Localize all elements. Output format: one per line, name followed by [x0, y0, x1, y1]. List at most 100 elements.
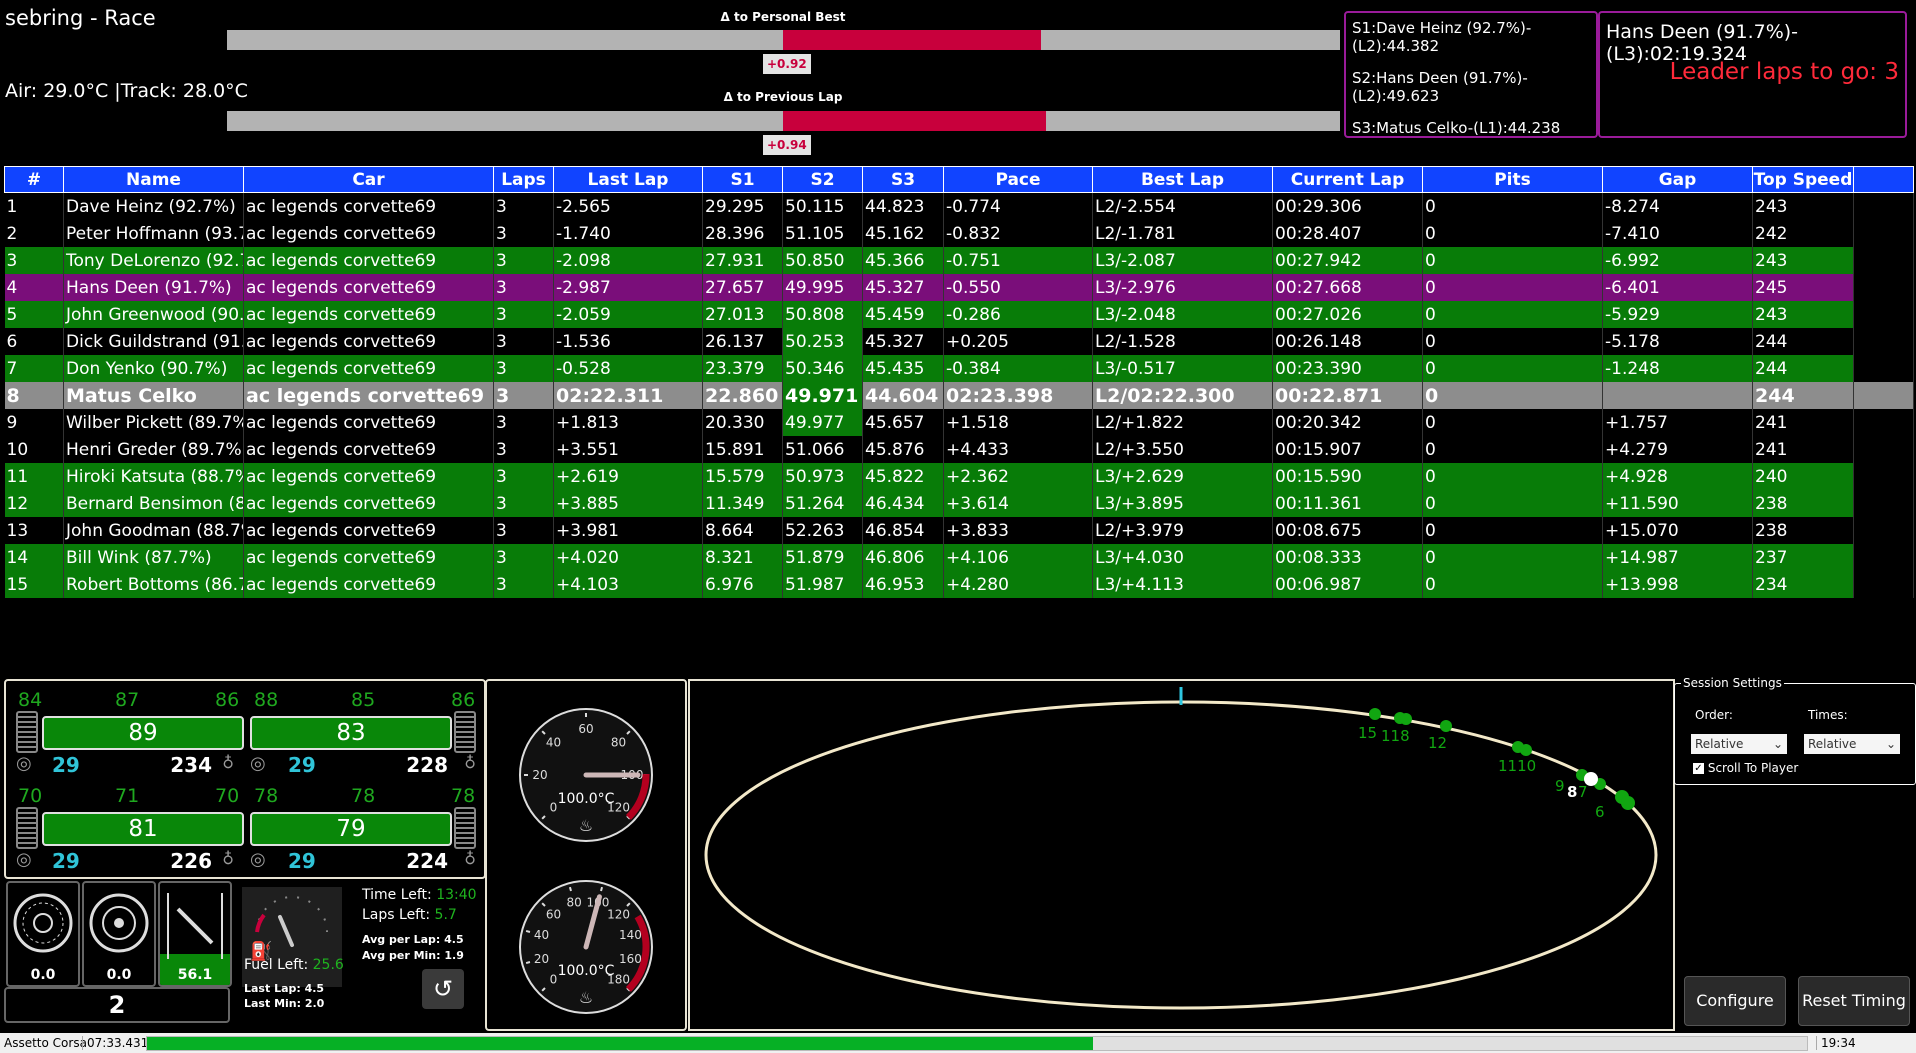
cell-pace: +0.205	[943, 328, 1093, 355]
cell-last: +4.103	[553, 571, 703, 598]
cell-s2: 50.253	[782, 328, 863, 355]
column-header[interactable]: S3	[862, 166, 944, 193]
cell-cur: 00:27.942	[1272, 247, 1423, 274]
cell-gap	[1602, 382, 1753, 409]
table-row[interactable]: 4 Hans Deen (91.7%) ac legends corvette69 3…	[4, 274, 1914, 301]
column-header[interactable]: Best Lap	[1092, 166, 1273, 193]
table-row[interactable]: 6Dick Guildstrand (91.7%)ac legends corv…	[4, 328, 1914, 355]
cell-cur: 00:08.333	[1272, 544, 1423, 571]
cell-name: Henri Greder (89.7%)	[63, 436, 244, 463]
column-header[interactable]: Laps	[493, 166, 554, 193]
table-row[interactable]: 5John Greenwood (90.7%)ac legends corvet…	[4, 301, 1914, 328]
gauge-tick-label: 80	[566, 896, 581, 910]
cell-pace: +4.106	[943, 544, 1093, 571]
table-row[interactable]: 14 Bill Wink (87.7%) ac legends corvette69…	[4, 544, 1914, 571]
table-row[interactable]: 7 Don Yenko (90.7%) ac legends corvette69 3…	[4, 355, 1914, 382]
cell-s1: 23.379	[702, 355, 783, 382]
cell-s1: 11.349	[702, 490, 783, 517]
cell-pits: 0	[1422, 382, 1603, 409]
cell-pace: -0.384	[943, 355, 1093, 382]
cell-s3: 45.327	[862, 274, 944, 301]
table-row[interactable]: 8 Matus Celko ac legends corvette69 3 02:22.…	[4, 382, 1914, 409]
map-label-9: 9	[1555, 777, 1565, 795]
cell-pits: 0	[1422, 436, 1603, 463]
times-select[interactable]: Relative ⌄	[1804, 734, 1900, 754]
cell-s3: 44.604	[862, 382, 944, 409]
cell-last: +1.813	[553, 409, 703, 436]
gauge-tick-label: 140	[619, 928, 642, 942]
column-header[interactable]: Current Lap	[1272, 166, 1423, 193]
gauge-tick-label: 80	[611, 735, 626, 749]
column-header[interactable]: Pits	[1422, 166, 1603, 193]
cell-laps: 3	[493, 328, 554, 355]
fuel-avg-per-lap: Avg per Lap: 4.5	[362, 933, 464, 946]
map-label-15: 15	[1358, 724, 1377, 742]
column-header[interactable]: S1	[702, 166, 783, 193]
cell-car: ac legends corvette69	[243, 409, 494, 436]
cell-s1: 27.657	[702, 274, 783, 301]
configure-button[interactable]: Configure	[1684, 976, 1786, 1026]
cell-s3: 45.327	[862, 328, 944, 355]
table-row[interactable]: 11 Hiroki Katsuta (88.7%) ac legends corve…	[4, 463, 1914, 490]
clutch-value: 0.0	[106, 967, 132, 983]
cell-car: ac legends corvette69	[243, 436, 494, 463]
cell-car: ac legends corvette69	[243, 301, 494, 328]
cell-spacer	[1853, 409, 1914, 436]
cell-car: ac legends corvette69	[243, 247, 494, 274]
column-header[interactable]: Gap	[1602, 166, 1753, 193]
table-row[interactable]: 12Bernard Bensimon (87.7%)ac legends cor…	[4, 490, 1914, 517]
order-select[interactable]: Relative ⌄	[1691, 734, 1787, 754]
table-row[interactable]: 3Tony DeLorenzo (92.7%)ac legends corvet…	[4, 247, 1914, 274]
table-row[interactable]: 2Peter Hoffmann (93.7%)ac legends corvet…	[4, 220, 1914, 247]
table-row[interactable]: 15Robert Bottoms (86.7%)ac legends corve…	[4, 571, 1914, 598]
table-row[interactable]: 9 Wilber Pickett (89.7%) ac legends corvet…	[4, 409, 1914, 436]
status-app-name: Assetto Corsa	[4, 1036, 87, 1050]
tyre-pressure: 29	[288, 849, 316, 873]
scroll-to-player-checkbox[interactable]: ✓	[1693, 763, 1704, 774]
cell-s1: 15.579	[702, 463, 783, 490]
cell-pos: 10	[4, 436, 64, 463]
cell-cur: 00:26.148	[1272, 328, 1423, 355]
temperature-probe-icon: ♁	[464, 849, 476, 868]
cell-pits: 0	[1422, 192, 1603, 220]
cell-best: L2/02:22.300	[1092, 382, 1273, 409]
tyre-temp-inner: 88	[254, 689, 279, 711]
cell-s1: 8.321	[702, 544, 783, 571]
cell-pos: 3	[4, 247, 64, 274]
cell-spacer	[1853, 490, 1914, 517]
cell-best: L2/+3.979	[1092, 517, 1273, 544]
clutch-pedal: 0.0	[82, 881, 156, 987]
cell-s2: 51.105	[782, 220, 863, 247]
cell-spacer	[1853, 517, 1914, 544]
cell-pace: -0.550	[943, 274, 1093, 301]
scroll-to-player-option[interactable]: ✓ Scroll To Player	[1693, 761, 1798, 775]
table-row[interactable]: 13John Goodman (88.7%)ac legends corvett…	[4, 517, 1914, 544]
cell-best: L3/+4.030	[1092, 544, 1273, 571]
cell-last: -2.565	[553, 192, 703, 220]
table-row[interactable]: 1 Dave Heinz (92.7%) ac legends corvette69…	[4, 192, 1914, 220]
cell-pits: 0	[1422, 247, 1603, 274]
table-row[interactable]: 10 Henri Greder (89.7%) ac legends corvett…	[4, 436, 1914, 463]
column-header[interactable]: Top Speed	[1752, 166, 1854, 193]
personal-best-delta-title: Δ to Personal Best	[720, 10, 846, 24]
column-header[interactable]: Car	[243, 166, 494, 193]
column-header[interactable]: Name	[63, 166, 244, 193]
tyre-temp-inner: 70	[18, 785, 43, 807]
column-header[interactable]: Pace	[943, 166, 1093, 193]
cell-s2: 49.995	[782, 274, 863, 301]
reset-timing-button[interactable]: Reset Timing	[1798, 976, 1910, 1026]
cell-top: 241	[1752, 409, 1854, 436]
cell-spacer	[1853, 274, 1914, 301]
column-header[interactable]: S2	[782, 166, 863, 193]
cell-pos: 15	[4, 571, 64, 598]
column-header[interactable]: Last Lap	[553, 166, 703, 193]
cell-laps: 3	[493, 490, 554, 517]
cell-pace: +4.280	[943, 571, 1093, 598]
status-bar: Assetto Corsa 07:33.431 19:34	[0, 1033, 1916, 1053]
cell-name: Matus Celko	[63, 382, 244, 409]
cell-best: L2/-2.554	[1092, 192, 1273, 220]
column-header[interactable]: #	[4, 166, 64, 193]
cell-spacer	[1853, 382, 1914, 409]
cell-pits: 0	[1422, 571, 1603, 598]
reset-fuel-button[interactable]: ↺	[422, 969, 464, 1009]
